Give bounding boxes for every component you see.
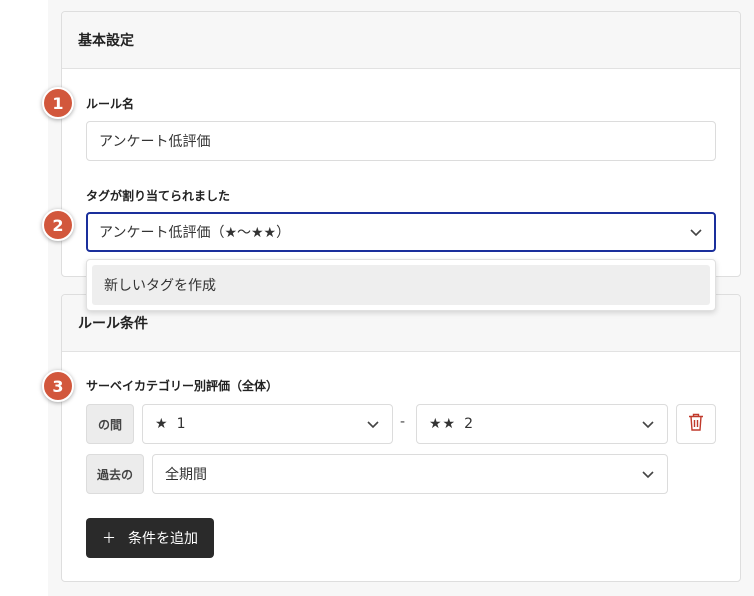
- rule-name-input[interactable]: アンケート低評価: [86, 121, 716, 161]
- period-select[interactable]: 全期間: [152, 454, 668, 494]
- to-rating-stars: ★★: [429, 416, 457, 432]
- between-addon: の間: [86, 404, 134, 444]
- add-condition-label: 条件を追加: [128, 531, 198, 547]
- period-value: 全期間: [165, 467, 207, 483]
- step-badge-3: 3: [42, 370, 74, 402]
- from-rating-number: 1: [176, 416, 186, 432]
- chevron-down-icon: [641, 467, 655, 481]
- from-rating-stars: ★: [155, 416, 169, 432]
- to-rating-number: 2: [464, 416, 474, 432]
- range-separator: -: [400, 414, 406, 430]
- to-rating-select[interactable]: ★★ 2: [416, 404, 668, 444]
- period-addon: 過去の: [86, 454, 144, 494]
- condition-label: サーベイカテゴリー別評価（全体）: [86, 379, 279, 393]
- chevron-down-icon: [641, 417, 655, 431]
- chevron-down-icon: [366, 417, 380, 431]
- trash-icon: [688, 413, 704, 435]
- plus-icon: ＋: [102, 531, 116, 547]
- tag-select[interactable]: アンケート低評価（★〜★★）: [86, 212, 716, 252]
- basic-settings-title: 基本設定: [62, 12, 740, 69]
- to-rating-value: ★★ 2: [429, 416, 473, 432]
- add-condition-button[interactable]: ＋ 条件を追加: [86, 518, 214, 558]
- from-rating-select[interactable]: ★ 1: [142, 404, 393, 444]
- rule-name-label: ルール名: [86, 97, 135, 111]
- rule-name-value: アンケート低評価: [99, 134, 211, 150]
- tag-dropdown-menu: 新しいタグを作成: [86, 259, 716, 311]
- create-new-tag-option[interactable]: 新しいタグを作成: [92, 265, 710, 305]
- step-badge-2: 2: [42, 209, 74, 241]
- tag-label: タグが割り当てられました: [86, 189, 231, 203]
- tag-select-value: アンケート低評価（★〜★★）: [99, 225, 291, 241]
- from-rating-value: ★ 1: [155, 416, 185, 432]
- delete-condition-button[interactable]: [676, 404, 716, 444]
- chevron-down-icon: [689, 225, 703, 239]
- step-badge-1: 1: [42, 87, 74, 119]
